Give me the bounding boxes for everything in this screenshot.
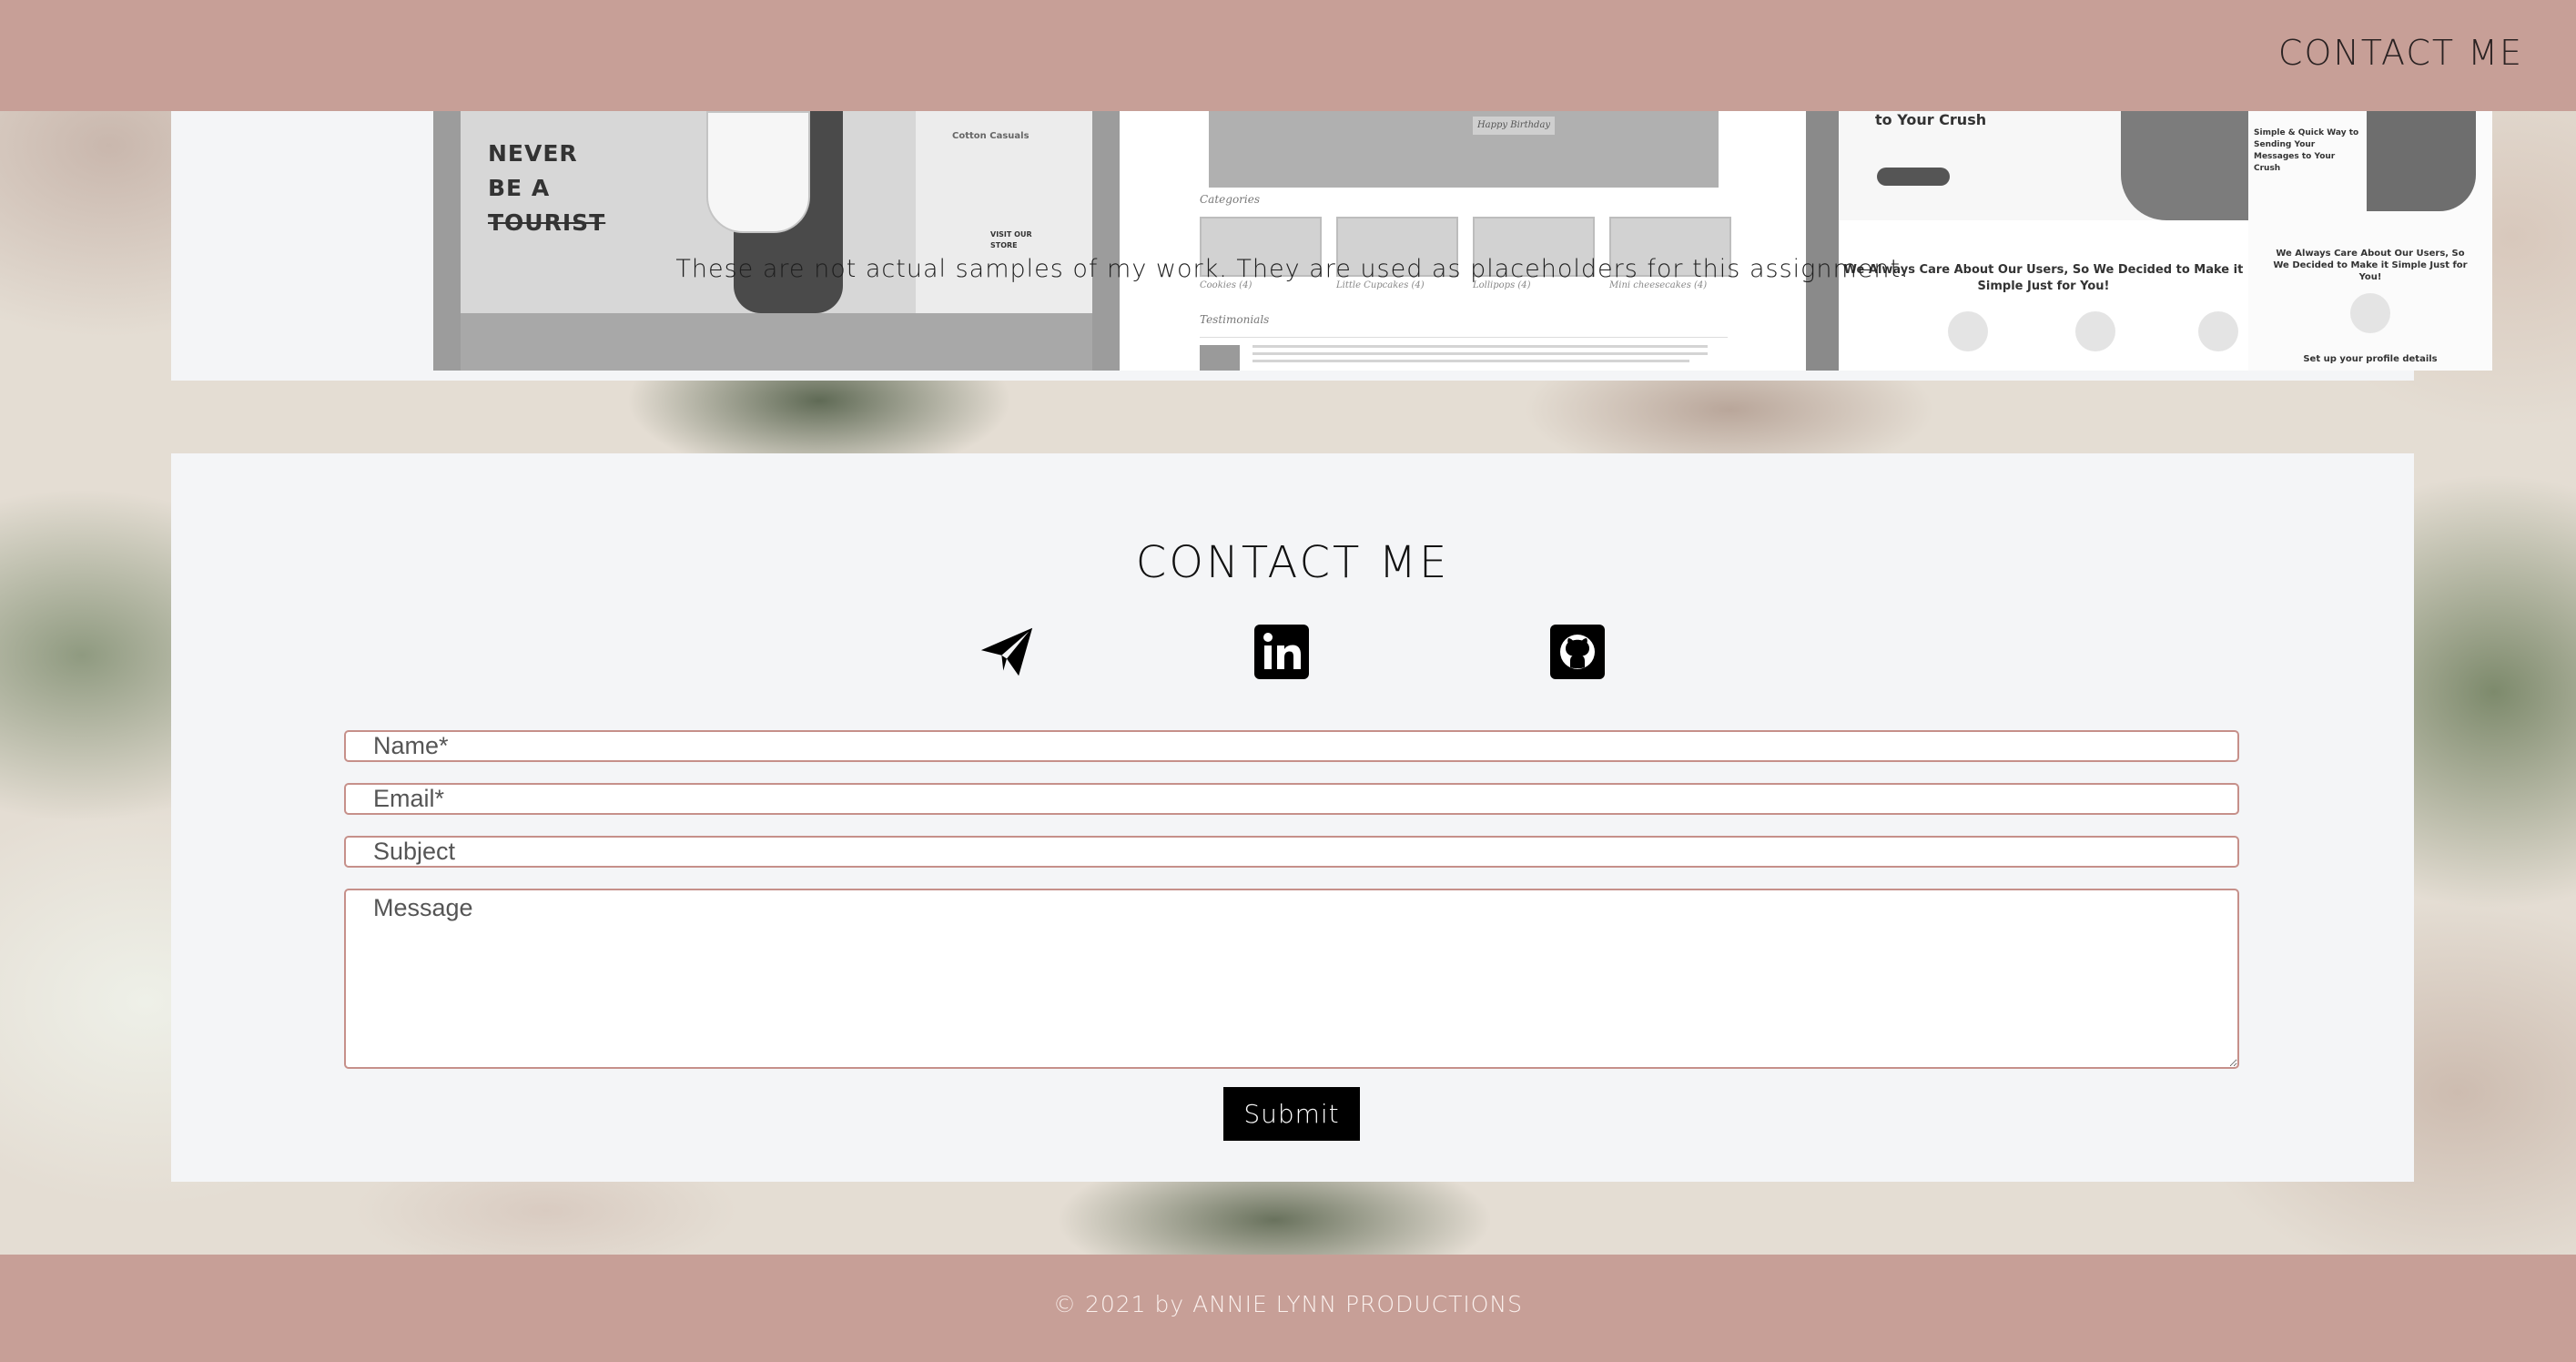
sample-backpack (706, 111, 810, 233)
sample-hero-badge: Happy Birthday (1473, 117, 1555, 135)
sample-headline: NEVER BE A TOURIST (488, 140, 606, 236)
sample-hero: to Your Crush (1839, 111, 2248, 220)
footer-copyright: © 2021 by ANNIE LYNN PRODUCTIONS (1053, 1291, 1523, 1317)
sample-testimonial (1200, 337, 1728, 371)
message-textarea[interactable] (344, 889, 2239, 1069)
sample-person-photo (2367, 111, 2476, 211)
sample-step-icon (2198, 311, 2238, 351)
sample-step-icon (1948, 311, 1988, 351)
email-link[interactable] (979, 625, 1034, 679)
linkedin-link[interactable] (1254, 625, 1309, 679)
portfolio-sample-bakery[interactable]: Happy Birthday Categories Cookies (4) Li… (1120, 111, 1806, 371)
portfolio-sample-clothing-store[interactable]: NEVER BE A TOURIST Cotton Casuals VISIT … (433, 111, 1120, 371)
site-footer: © 2021 by ANNIE LYNN PRODUCTIONS (0, 1255, 2576, 1362)
sample-person-photo (2121, 111, 2248, 220)
name-input[interactable] (344, 730, 2239, 762)
sample-mobile-title: Simple & Quick Way to Sending Your Messa… (2254, 128, 2359, 173)
contact-heading: CONTACT ME (1135, 537, 1450, 588)
github-link[interactable] (1550, 625, 1605, 679)
linkedin-icon (1254, 625, 1309, 679)
sample-side-link: VISIT OUR STORE (990, 230, 1032, 249)
sample-cta-pill (1877, 168, 1950, 186)
github-icon (1550, 625, 1605, 679)
sample-side-title: Cotton Casuals (952, 131, 1029, 141)
sample-testimonials-label: Testimonials (1200, 313, 1270, 326)
portfolio-disclaimer: These are not actual samples of my work.… (675, 255, 1910, 283)
sample-text-line (1253, 360, 1689, 362)
sample-mobile-view: Simple & Quick Way to Sending Your Messa… (2248, 111, 2492, 371)
email-input[interactable] (344, 783, 2239, 815)
sample-hero: Happy Birthday (1209, 111, 1719, 188)
sample-step-label: Set up your profile details (2303, 354, 2438, 364)
top-nav-bar: CONTACT ME (0, 0, 2576, 111)
portfolio-section: NEVER BE A TOURIST Cotton Casuals VISIT … (171, 111, 2492, 381)
submit-button[interactable]: Submit (1223, 1087, 1360, 1141)
sample-text-line (1253, 345, 1708, 348)
sample-step-icon (2075, 311, 2115, 351)
portfolio-sample-messaging-app[interactable]: to Your Crush We Always Care About Our U… (1806, 111, 2492, 371)
sample-text-line (1253, 352, 1708, 355)
sample-step-icon (2350, 293, 2390, 333)
contact-section: CONTACT ME Submit (171, 453, 2414, 1182)
subject-input[interactable] (344, 836, 2239, 868)
sample-testimonial-avatar (1200, 345, 1240, 371)
sample-footer-strip (461, 313, 1092, 371)
portfolio-gallery: NEVER BE A TOURIST Cotton Casuals VISIT … (433, 111, 2492, 371)
nav-link-contact[interactable]: CONTACT ME (2278, 33, 2523, 73)
sample-how-it-works: We Always Care About Our Users, So We De… (1839, 220, 2248, 371)
paper-plane-icon (980, 627, 1033, 676)
sample-categories-label: Categories (1200, 193, 1260, 206)
sample-hero-heading: to Your Crush (1875, 111, 1987, 128)
